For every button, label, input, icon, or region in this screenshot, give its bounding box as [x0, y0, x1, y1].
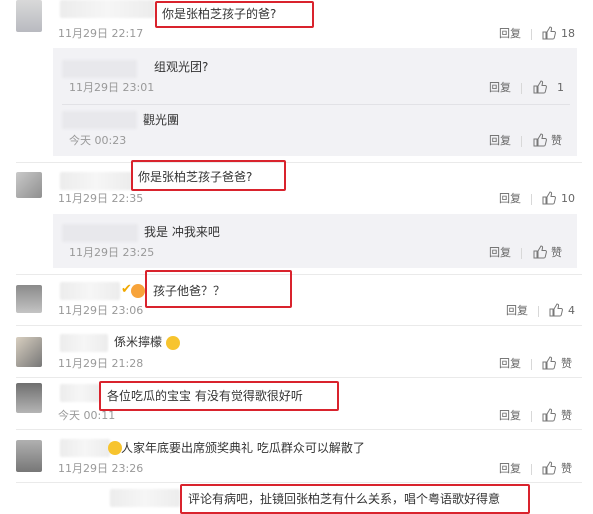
thumbs-up-icon[interactable] [542, 191, 556, 205]
comment-timestamp: 11月29日 23:26 [58, 462, 144, 475]
avatar[interactable] [16, 440, 42, 472]
comment-divider [16, 482, 582, 483]
username-blurred[interactable] [60, 384, 100, 402]
reply-button[interactable]: 回复 [489, 134, 511, 148]
username-blurred[interactable] [110, 489, 180, 507]
reply-button[interactable]: 回复 [499, 357, 521, 371]
emoji-icon [131, 284, 145, 298]
reply-divider [62, 104, 570, 105]
avatar[interactable] [16, 383, 42, 413]
like-count[interactable]: 10 [561, 192, 575, 206]
comment-timestamp: 今天 00:11 [58, 409, 116, 422]
thumbs-up-icon[interactable] [549, 303, 563, 317]
action-separator [531, 359, 532, 370]
reply-text: 觀光團 [143, 113, 180, 127]
thumbs-up-icon[interactable] [533, 80, 547, 94]
action-separator [531, 194, 532, 205]
avatar[interactable] [16, 172, 42, 198]
comment-text: 孩子他爸？？ [153, 284, 226, 298]
comment-timestamp: 11月29日 21:28 [58, 357, 144, 370]
username-blurred[interactable] [60, 172, 132, 190]
like-count[interactable]: 1 [557, 81, 564, 95]
username-blurred[interactable] [62, 111, 137, 129]
emoji-icon [108, 441, 122, 455]
like-count[interactable]: 赞 [561, 409, 572, 423]
comment-text: 你是张柏芝孩子爸爸? [138, 170, 253, 184]
comment-timestamp: 11月29日 22:17 [58, 27, 144, 40]
comment-text: 各位吃瓜的宝宝 有没有觉得歌很好听 [107, 389, 303, 403]
username-blurred[interactable] [60, 282, 120, 300]
like-count[interactable]: 赞 [561, 462, 572, 476]
like-count[interactable]: 赞 [551, 134, 562, 148]
reply-timestamp: 今天 00:23 [69, 134, 127, 147]
thumbs-up-icon[interactable] [533, 133, 547, 147]
username-blurred[interactable] [60, 439, 110, 457]
action-separator [521, 248, 522, 259]
reply-button[interactable]: 回复 [506, 304, 528, 318]
comment-text: 评论有病吧，扯镜回张柏芝有什么关系，唱个粤语歌好得意 [188, 492, 501, 506]
reply-text: 我是 冲我来吧 [144, 225, 220, 239]
reply-button[interactable]: 回复 [489, 246, 511, 260]
avatar[interactable] [16, 285, 42, 313]
comment-text: 人家年底要出席颁奖典礼 吃瓜群众可以解散了 [121, 441, 365, 455]
comment-text: 係米擰檬 [114, 335, 163, 349]
username-blurred[interactable] [62, 60, 137, 78]
avatar[interactable] [16, 0, 42, 32]
comment-text: 你是张柏芝孩子的爸? [162, 7, 277, 21]
comment-divider [16, 377, 582, 378]
comment-divider [16, 325, 582, 326]
like-count[interactable]: 赞 [561, 357, 572, 371]
thumbs-up-icon[interactable] [533, 245, 547, 259]
reply-button[interactable]: 回复 [499, 409, 521, 423]
reply-button[interactable]: 回复 [499, 27, 521, 41]
action-separator [521, 136, 522, 147]
thumbs-up-icon[interactable] [542, 356, 556, 370]
thumbs-up-icon[interactable] [542, 461, 556, 475]
username-blurred[interactable] [60, 0, 155, 18]
reply-text: 组观光团? [154, 60, 209, 74]
username-blurred[interactable] [60, 334, 108, 352]
reply-button[interactable]: 回复 [499, 462, 521, 476]
like-count[interactable]: 4 [568, 304, 575, 318]
laughing-emoji-icon [166, 336, 180, 350]
reply-button[interactable]: 回复 [499, 192, 521, 206]
action-separator [538, 306, 539, 317]
avatar[interactable] [16, 337, 42, 367]
thumbs-up-icon[interactable] [542, 408, 556, 422]
action-separator [531, 29, 532, 40]
like-count[interactable]: 赞 [551, 246, 562, 260]
action-separator [521, 83, 522, 94]
comment-divider [16, 162, 582, 163]
comment-timestamp: 11月29日 22:35 [58, 192, 144, 205]
username-blurred[interactable] [62, 224, 138, 242]
like-count[interactable]: 18 [561, 27, 575, 41]
reply-timestamp: 11月29日 23:25 [69, 246, 155, 259]
thumbs-up-icon[interactable] [542, 26, 556, 40]
comment-timestamp: 11月29日 23:06 [58, 304, 144, 317]
action-separator [531, 464, 532, 475]
reply-button[interactable]: 回复 [489, 81, 511, 95]
comment-divider [16, 429, 582, 430]
reply-timestamp: 11月29日 23:01 [69, 81, 155, 94]
action-separator [531, 411, 532, 422]
comment-divider [16, 274, 582, 275]
